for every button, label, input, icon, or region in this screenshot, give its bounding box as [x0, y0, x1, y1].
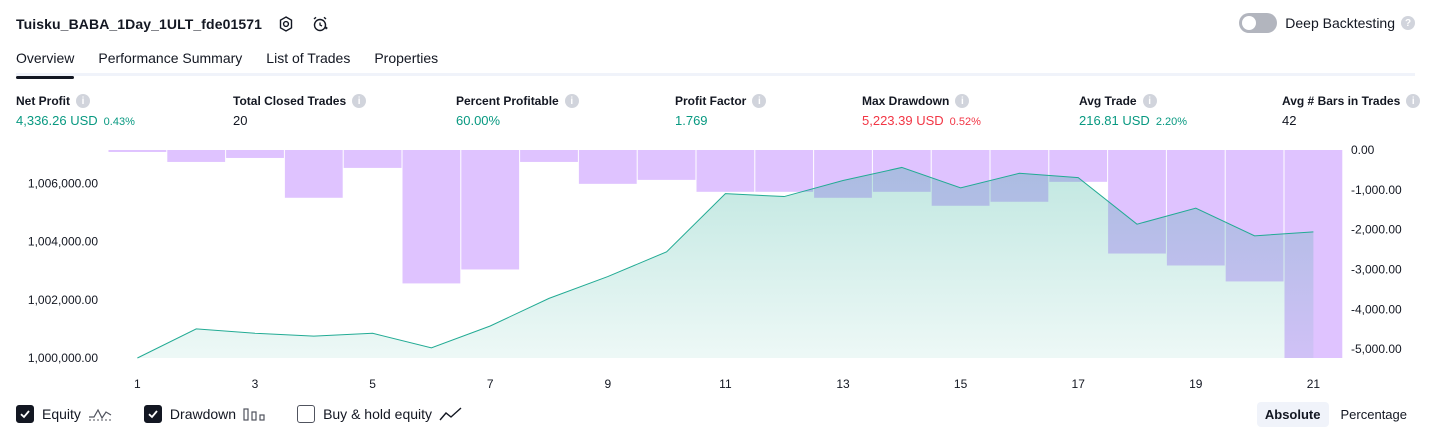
- drawdown-bar: [755, 150, 814, 192]
- buy-hold-checkbox[interactable]: [297, 405, 316, 423]
- info-icon[interactable]: i: [955, 94, 970, 108]
- equity-drawdown-chart[interactable]: 1,000,000.00 1,002,000.00 1,004,000.00 1,00…: [0, 140, 1431, 400]
- y-left-tick-label: 1,002,000.00: [28, 293, 98, 307]
- metric-label: Profit Factor: [675, 94, 747, 108]
- buy-hold-label: Buy & hold equity: [323, 406, 433, 422]
- chart-legend: Equity Drawdown Buy & hold equity: [16, 403, 495, 425]
- drawdown-bar: [578, 150, 637, 184]
- y-right-tick-label: -2,000.00: [1351, 223, 1402, 237]
- legend-drawdown[interactable]: Drawdown: [143, 405, 265, 423]
- drawdown-bar: [108, 150, 167, 152]
- tab-properties[interactable]: Properties: [374, 44, 438, 76]
- y-right-tick-label: -3,000.00: [1351, 262, 1402, 276]
- metric-percent: 2.20%: [1155, 116, 1188, 128]
- metric-value: 4,336.26 USD: [16, 113, 98, 128]
- metric-value: 5,223.39 USD: [862, 113, 944, 128]
- deep-backtesting-toggle[interactable]: [1239, 13, 1278, 33]
- drawdown-label: Drawdown: [169, 406, 237, 422]
- legend-equity[interactable]: Equity: [16, 405, 112, 423]
- drawdown-bar: [637, 150, 696, 180]
- tab-performance-summary[interactable]: Performance Summary: [98, 44, 242, 76]
- y-right-tick-label: 0.00: [1351, 143, 1375, 157]
- metric-label: Total Closed Trades: [233, 94, 347, 108]
- settings-icon[interactable]: [276, 14, 296, 34]
- y-right-tick-label: -1,000.00: [1351, 183, 1402, 197]
- metric-avg-trade: Avg Trade i 216.81 USD 2.20%: [1079, 93, 1187, 128]
- x-tick-label: 17: [1072, 377, 1086, 391]
- legend-buy-hold[interactable]: Buy & hold equity: [297, 405, 463, 423]
- drawdown-series-icon: [243, 406, 265, 422]
- drawdown-bar: [226, 150, 284, 158]
- info-icon[interactable]: i: [752, 94, 767, 108]
- tab-list-of-trades[interactable]: List of Trades: [266, 44, 350, 76]
- toggle-knob: [1242, 16, 1257, 30]
- y-right-tick-label: -4,000.00: [1351, 302, 1402, 316]
- report-tabs: Overview Performance Summary List of Tra…: [16, 44, 1415, 79]
- x-tick-label: 13: [836, 377, 850, 391]
- x-tick-label: 1: [134, 377, 141, 391]
- x-tick-label: 21: [1307, 377, 1321, 391]
- drawdown-bar: [461, 150, 520, 270]
- info-icon[interactable]: i: [1406, 94, 1421, 108]
- x-tick-label: 19: [1189, 377, 1203, 391]
- drawdown-bar: [167, 150, 226, 162]
- value-mode-switch: Absolute Percentage: [1253, 402, 1415, 427]
- deep-backtesting-label: Deep Backtesting: [1285, 15, 1395, 31]
- alarm-clock-icon[interactable]: [310, 14, 330, 34]
- metric-max-drawdown: Max Drawdown i 5,223.39 USD 0.52%: [862, 93, 981, 128]
- metric-value: 1.769: [675, 113, 708, 128]
- metric-label: Avg Trade: [1079, 94, 1137, 108]
- metric-label: Max Drawdown: [862, 94, 950, 108]
- deep-backtesting: Deep Backtesting ?: [1239, 13, 1415, 33]
- tab-overview[interactable]: Overview: [16, 44, 75, 79]
- info-icon[interactable]: i: [564, 94, 579, 108]
- x-tick-label: 9: [604, 377, 611, 391]
- y-left-tick-label: 1,000,000.00: [28, 351, 98, 365]
- x-tick-label: 7: [487, 377, 494, 391]
- metric-value: 60.00%: [456, 113, 501, 128]
- drawdown-bar: [402, 150, 461, 284]
- absolute-button[interactable]: Absolute: [1256, 402, 1329, 427]
- metric-label: Percent Profitable: [456, 94, 559, 108]
- metric-percent: 0.52%: [949, 116, 981, 128]
- x-tick-label: 11: [719, 377, 732, 391]
- metric-value: 20: [233, 113, 248, 128]
- x-tick-label: 15: [954, 377, 968, 391]
- metric-net-profit: Net Profit i 4,336.26 USD 0.43%: [16, 93, 135, 128]
- metric-value: 42: [1282, 113, 1297, 128]
- buy-hold-series-icon: [439, 406, 463, 422]
- y-right-tick-label: -5,000.00: [1351, 342, 1402, 356]
- metric-label: Net Profit: [16, 94, 70, 108]
- info-icon[interactable]: i: [352, 94, 367, 108]
- percentage-button[interactable]: Percentage: [1333, 402, 1416, 427]
- info-icon[interactable]: i: [1142, 94, 1157, 108]
- strategy-title: Tuisku_BABA_1Day_1ULT_fde01571: [16, 16, 263, 32]
- drawdown-bar: [696, 150, 755, 192]
- info-icon[interactable]: i: [76, 94, 90, 108]
- y-left-tick-label: 1,006,000.00: [28, 176, 98, 190]
- metric-value: 216.81 USD: [1079, 113, 1150, 128]
- drawdown-bar: [343, 150, 402, 168]
- y-left-tick-label: 1,004,000.00: [28, 235, 98, 249]
- metric-percent-profitable: Percent Profitable i 60.00%: [456, 93, 579, 128]
- equity-label: Equity: [42, 406, 81, 422]
- metric-total-closed-trades: Total Closed Trades i 20: [233, 93, 367, 128]
- equity-checkbox[interactable]: [16, 405, 34, 423]
- help-icon[interactable]: ?: [1401, 16, 1415, 30]
- strategy-header: Tuisku_BABA_1Day_1ULT_fde01571: [16, 10, 330, 38]
- drawdown-bar: [520, 150, 578, 162]
- metric-profit-factor: Profit Factor i 1.769: [675, 93, 767, 128]
- drawdown-bar: [284, 150, 343, 198]
- metric-avg-bars: Avg # Bars in Trades i 42: [1282, 93, 1421, 128]
- metric-percent: 0.43%: [103, 116, 135, 128]
- metric-label: Avg # Bars in Trades: [1282, 94, 1401, 108]
- drawdown-checkbox[interactable]: [143, 405, 162, 423]
- equity-series-icon: [88, 406, 112, 422]
- x-tick-label: 5: [369, 377, 376, 391]
- x-tick-label: 3: [252, 377, 259, 391]
